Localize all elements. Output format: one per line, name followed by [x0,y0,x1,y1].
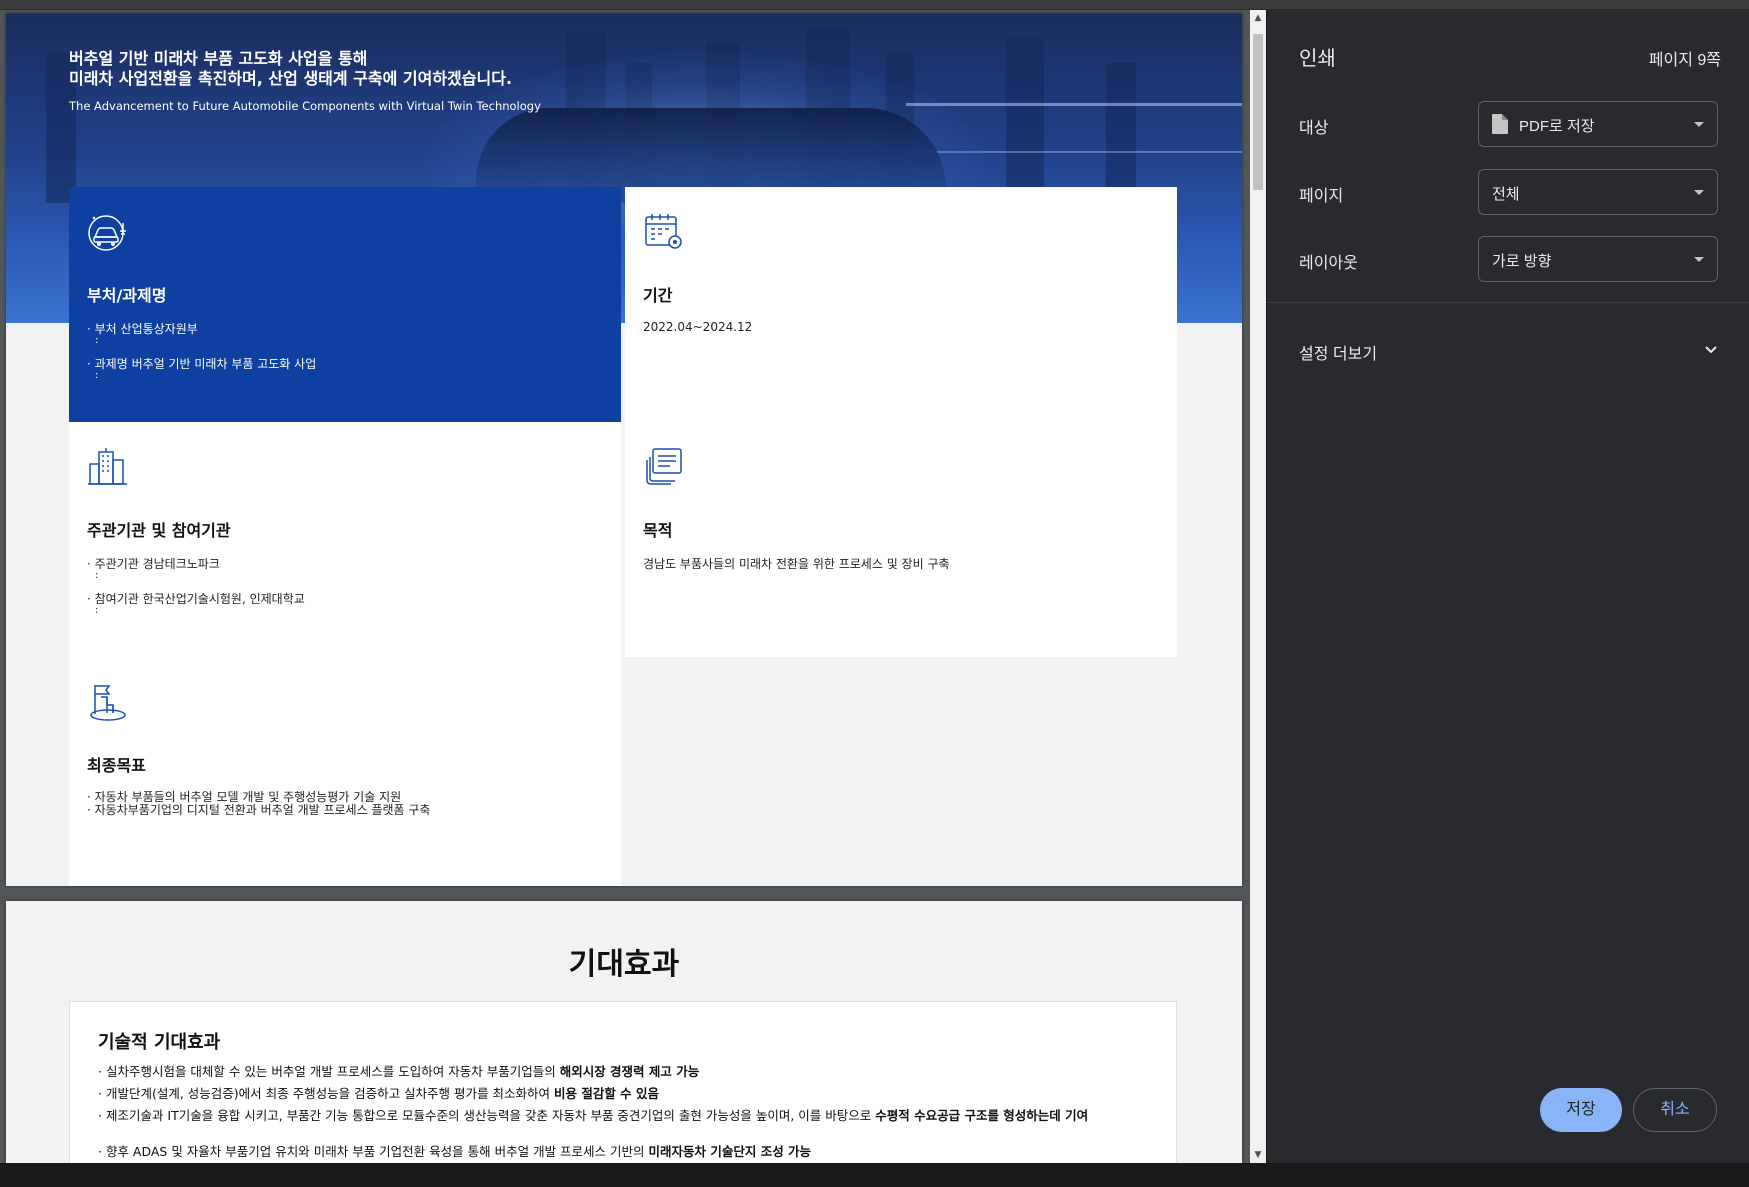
layout-label: 레이아웃 [1299,255,1358,272]
save-button[interactable]: 저장 [1540,1088,1622,1132]
more-settings-toggle[interactable]: 설정 더보기 [1299,340,1377,364]
effect-bullet: · 개발단계(설계, 성능검증)에서 최종 주행성능을 검증하고 실차주행 평가… [98,1086,660,1101]
destination-label: 대상 [1299,120,1329,137]
print-preview-area[interactable]: 버추얼 기반 미래차 부품 고도화 사업을 통해 미래차 사업전환을 촉진하며,… [0,10,1250,1163]
effect-bullet: · 향후 ADAS 및 자율차 부품기업 유치와 미래차 부품 기업전환 육성을… [98,1144,812,1159]
participating-org-line: · 참여기관 한국산업기술시험원, 인제대학교 [87,592,305,606]
dropdown-caret-icon [1694,257,1704,262]
hero-subtitle: The Advancement to Future Automobile Com… [69,99,541,113]
window-top-bar [0,0,1749,10]
period-title: 기간 [643,286,673,305]
page-count: 페이지 9쪽 [1648,52,1721,69]
taskbar [0,1163,1749,1187]
ministry-line: · 부처 산업통상자원부 [87,322,198,336]
calendar-gear-icon [645,214,682,249]
dropdown-caret-icon [1694,122,1704,127]
technical-effects-heading: 기술적 기대효과 [98,1032,221,1053]
cancel-button[interactable]: 취소 [1633,1088,1717,1132]
layout-select[interactable]: 가로 방향 [1478,236,1718,282]
car-icon [88,215,126,251]
period-card: 기간 2022.04~2024.12 [625,187,1177,422]
print-settings-panel: 인쇄 페이지 9쪽 대상 PDF로 저장 페이지 전체 레이아웃 가로 방향 설… [1267,10,1749,1163]
effect-bullet: · 실차주행시험을 대체할 수 있는 버추얼 개발 프로세스를 도입하여 자동차… [98,1064,700,1079]
hero-title: 버추얼 기반 미래차 부품 고도화 사업을 통해 미래차 사업전환을 촉진하며,… [69,49,513,88]
documents-icon [646,448,682,485]
purpose-value: 경남도 부품사들의 미래차 전환을 위한 프로세스 및 장비 구축 [643,557,950,571]
goal-line-2: · 자동차부품기업의 디지털 전환과 버추얼 개발 프로세스 플랫폼 구축 [87,803,431,817]
ministry-title: 부처/과제명 [87,286,167,305]
preview-page-1: 버추얼 기반 미래차 부품 고도화 사업을 통해 미래차 사업전환을 촉진하며,… [6,13,1242,886]
scroll-up-icon[interactable]: ▲ [1250,10,1266,26]
preview-page-2: 기대효과 기술적 기대효과 · 실차주행시험을 대체할 수 있는 버추얼 개발 … [6,901,1242,1163]
organizations-title: 주관기관 및 참여기관 [87,521,231,540]
ministry-card: 부처/과제명 · 부처 산업통상자원부 : · 과제명 버추얼 기반 미래차 부… [69,187,621,422]
pages-label: 페이지 [1299,188,1344,205]
organizations-card: 주관기관 및 참여기관 · 주관기관 경남테크노파크 : · 참여기관 한국산업… [69,422,621,657]
purpose-card: 목적 경남도 부품사들의 미래차 전환을 위한 프로세스 및 장비 구축 [625,422,1177,657]
goal-card: 최종목표 · 자동차 부품들의 버추얼 모델 개발 및 주행성능평가 기술 지원… [69,657,621,886]
scrollbar-thumb[interactable] [1253,34,1263,190]
project-name-line: · 과제명 버추얼 기반 미래차 부품 고도화 사업 [87,357,317,371]
dropdown-caret-icon [1694,190,1704,195]
destination-select[interactable]: PDF로 저장 [1478,101,1718,147]
pages-select[interactable]: 전체 [1478,169,1718,215]
scroll-down-icon[interactable]: ▼ [1250,1147,1266,1163]
technical-effects-box: 기술적 기대효과 · 실차주행시험을 대체할 수 있는 버추얼 개발 프로세스를… [69,1001,1177,1163]
document-icon [1492,114,1508,134]
lead-org-line: · 주관기관 경남테크노파크 [87,557,220,571]
flag-goal-icon [90,685,126,721]
purpose-title: 목적 [643,521,673,540]
buildings-icon [88,448,127,485]
preview-scrollbar[interactable]: ▲ ▼ [1250,10,1266,1163]
chevron-down-icon[interactable] [1703,342,1719,358]
goal-title: 최종목표 [87,756,146,775]
print-title: 인쇄 [1299,48,1336,70]
effect-bullet: · 제조기술과 IT기술을 융합 시키고, 부품간 기능 통합으로 모듈수준의 … [98,1108,1089,1123]
period-value: 2022.04~2024.12 [643,320,753,334]
expected-effects-title: 기대효과 [568,947,680,982]
